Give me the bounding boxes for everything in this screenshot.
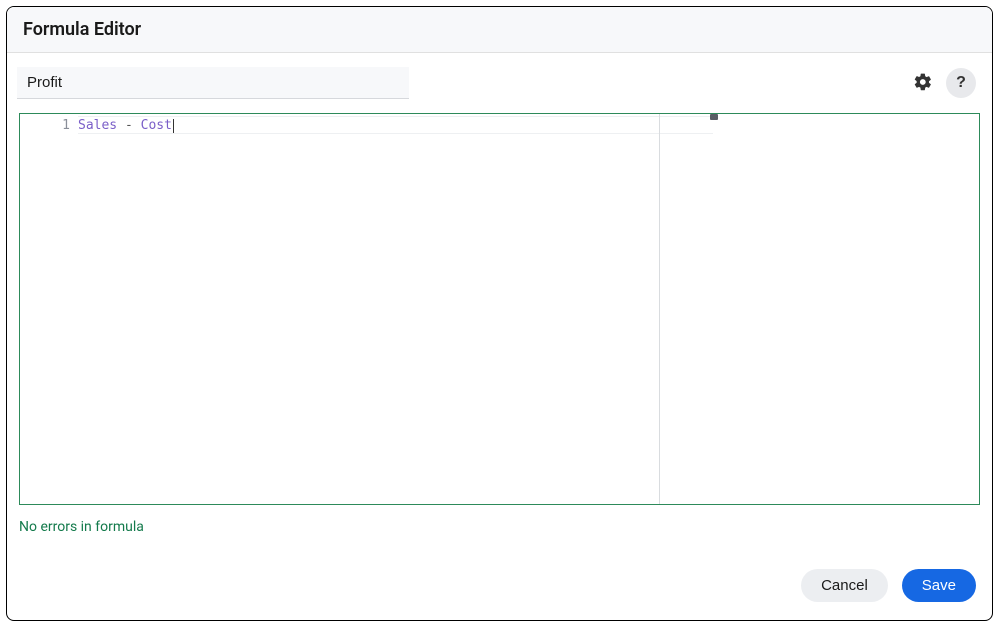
question-icon: ? [956, 74, 966, 92]
token-operator: - [117, 118, 140, 133]
gear-icon [913, 72, 933, 95]
settings-button[interactable] [908, 68, 938, 98]
formula-name-input[interactable] [17, 67, 409, 99]
dialog-header: Formula Editor [7, 7, 992, 53]
editor-divider [659, 114, 660, 504]
help-button[interactable]: ? [946, 68, 976, 98]
toolbar: ? [7, 53, 992, 109]
code-editor[interactable]: 1 Sales - Cost [19, 113, 980, 505]
minimap-indicator[interactable] [710, 114, 718, 120]
text-cursor [173, 119, 174, 133]
dialog-footer: Cancel Save [7, 553, 992, 620]
token-field: Sales [78, 118, 117, 133]
cancel-button[interactable]: Cancel [801, 569, 888, 602]
formula-editor-dialog: Formula Editor ? 1 Sales - Cost No error… [6, 6, 993, 621]
save-button[interactable]: Save [902, 569, 976, 602]
code-line[interactable]: Sales - Cost [78, 114, 979, 133]
line-gutter: 1 [20, 114, 78, 504]
code-area[interactable]: Sales - Cost [78, 114, 979, 504]
line-number: 1 [20, 118, 70, 133]
token-field: Cost [141, 118, 172, 133]
validation-status: No errors in formula [7, 505, 992, 535]
dialog-title: Formula Editor [23, 19, 976, 40]
